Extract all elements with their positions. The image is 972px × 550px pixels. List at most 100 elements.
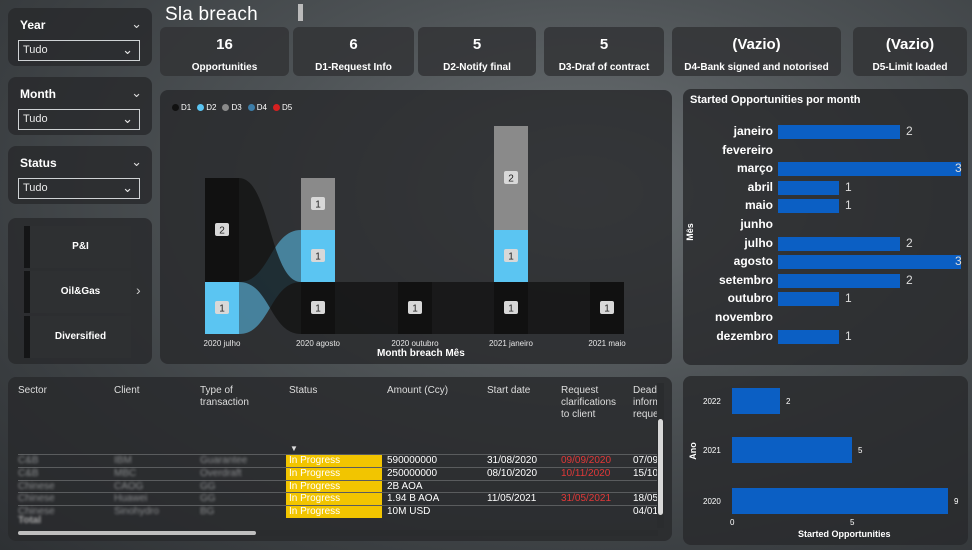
ribbon-band-d1[interactable] <box>528 282 590 334</box>
month-label: janeiro <box>733 124 773 138</box>
total-label: Total <box>18 515 42 526</box>
year-bar[interactable] <box>732 388 780 414</box>
card-label: D4-Bank signed and notorised <box>684 62 829 73</box>
table-row[interactable]: C&B IBM Guarantee In Progress 590000000 31/08… <box>18 454 658 467</box>
cell-amount: 1.94 B AOA <box>387 493 440 505</box>
segment-oil-gas[interactable]: Oil&Gas <box>24 271 131 313</box>
month-chart-panel[interactable]: Started Opportunities por month Mês jane… <box>683 89 968 365</box>
cell-status: In Progress <box>286 493 382 506</box>
table-row[interactable]: C&B MBC Overdraft In Progress 250000000 08/10… <box>18 466 658 480</box>
month-bar[interactable] <box>778 180 839 195</box>
data-label: 1 <box>604 304 610 315</box>
cell-status: In Progress <box>286 480 382 493</box>
year-chart-x-axis-title: Started Opportunities <box>798 529 891 539</box>
month-slicer[interactable]: Month ⌄ Tudo ⌄ <box>8 77 152 135</box>
year-chart-panel[interactable]: Ano 2022 2 2021 5 2020 9 0 5 Started Opportun… <box>683 376 968 545</box>
ribbon-chart[interactable]: 1 2 1 1 1 1 1 1 2 1 2020 julho 2020 agosto 2020 outu… <box>160 90 672 364</box>
chevron-down-icon[interactable]: ⌄ <box>131 85 142 101</box>
card-value: (Vazio) <box>885 36 935 53</box>
cell-client: CAOG <box>114 480 144 492</box>
year-bar[interactable] <box>732 488 948 514</box>
table-row[interactable]: Chinese CAOG GG In Progress 2B AOA <box>18 479 658 493</box>
table-row[interactable]: Chinese Huawei GG In Progress 1.94 B AOA 11/0… <box>18 492 658 506</box>
col-header-sector[interactable]: Sector <box>18 385 47 397</box>
cell-req: 31/05/2021 <box>561 493 612 505</box>
chevron-right-icon[interactable]: › <box>136 282 141 298</box>
card-label: D1-Request Info <box>315 62 392 73</box>
year-dropdown-value: Tudo <box>23 44 48 56</box>
month-bar[interactable] <box>778 255 961 270</box>
scrollbar-thumb[interactable] <box>658 419 663 515</box>
month-bar[interactable] <box>778 292 839 307</box>
month-bar[interactable] <box>778 125 900 139</box>
cell-dead: 15/10 <box>633 467 657 479</box>
data-label: 1 <box>508 252 514 263</box>
card-value: 5 <box>472 36 482 53</box>
card-d2: 5 D2-Notify final <box>418 27 536 76</box>
cell-req: 10/11/2020 <box>561 467 611 479</box>
card-value: 6 <box>349 36 358 53</box>
text-cursor <box>298 4 303 21</box>
col-header-amount[interactable]: Amount (Ccy) <box>387 385 448 397</box>
year-chart-y-axis-title: Ano <box>687 442 698 460</box>
x-tick-label: 2021 maio <box>588 339 626 348</box>
ribbon-band-d1[interactable] <box>335 282 398 334</box>
status-dropdown[interactable]: Tudo ⌄ <box>18 178 140 199</box>
month-bar[interactable] <box>778 329 839 344</box>
month-bar-value: 3 <box>955 161 962 176</box>
col-header-type[interactable]: Type of transaction <box>200 385 249 409</box>
month-bar-value: 1 <box>845 291 852 306</box>
ribbon-band-d1[interactable] <box>432 282 494 334</box>
status-slicer[interactable]: Status ⌄ Tudo ⌄ <box>8 146 152 204</box>
month-bar-value: 2 <box>906 124 913 138</box>
scrollbar-thumb[interactable] <box>18 531 256 535</box>
chevron-down-icon[interactable]: ⌄ <box>131 16 142 32</box>
year-dropdown[interactable]: Tudo ⌄ <box>18 40 140 61</box>
cell-amount: 2B AOA <box>387 480 423 492</box>
card-label: D3-Draf of contract <box>558 62 650 73</box>
month-bar[interactable] <box>778 236 900 251</box>
col-header-request-clarifications[interactable]: Request clarifications to client <box>561 385 616 421</box>
year-slicer[interactable]: Year ⌄ Tudo ⌄ <box>8 8 152 66</box>
month-label: dezembro <box>716 328 773 343</box>
card-label: Opportunities <box>191 62 258 73</box>
month-bar-value: 3 <box>955 254 962 269</box>
page-title: Sla breach <box>165 4 258 25</box>
data-label: 1 <box>315 252 321 263</box>
year-bar-value: 2 <box>786 397 791 406</box>
cell-start: 31/08/2020 <box>487 455 538 466</box>
chevron-down-icon[interactable]: ⌄ <box>131 154 142 170</box>
table-vertical-scrollbar[interactable] <box>657 383 664 528</box>
cell-client: IBM <box>114 455 132 466</box>
month-bar-value: 2 <box>906 235 913 250</box>
col-header-deadline[interactable]: Deadl inform reque <box>633 385 659 421</box>
month-dropdown[interactable]: Tudo ⌄ <box>18 109 140 130</box>
cell-type: GG <box>200 480 216 492</box>
segment-diversified[interactable]: Diversified <box>24 316 131 358</box>
month-bar[interactable] <box>778 199 839 214</box>
sort-desc-icon[interactable]: ▼ <box>290 444 298 453</box>
month-bar[interactable] <box>778 273 900 288</box>
x-tick-label: 2020 outubro <box>391 339 439 348</box>
card-d1: 6 D1-Request Info <box>293 27 414 76</box>
cell-status: In Progress <box>286 467 382 480</box>
card-opportunities: 16 Opportunities <box>160 27 289 76</box>
cell-status: In Progress <box>286 455 382 467</box>
cell-dead: 18/05 <box>633 493 657 505</box>
table-horizontal-scrollbar[interactable] <box>18 530 658 536</box>
col-header-status[interactable]: Status <box>289 385 317 397</box>
card-d3: 5 D3-Draf of contract <box>544 27 664 76</box>
month-label: fevereiro <box>722 142 773 157</box>
cell-start: 08/10/2020 <box>487 467 538 479</box>
data-label: 2 <box>508 174 514 185</box>
segment-pi[interactable]: P&I <box>24 226 131 268</box>
slicer-label-month: Month <box>20 87 56 101</box>
year-tick-0: 0 <box>730 518 735 527</box>
col-header-start-date[interactable]: Start date <box>487 385 530 397</box>
chevron-down-icon: ⌄ <box>122 42 133 57</box>
data-label: 1 <box>315 200 321 211</box>
year-bar[interactable] <box>732 437 852 463</box>
col-header-client[interactable]: Client <box>114 385 140 397</box>
table-total-row: Total <box>18 515 658 528</box>
month-bar[interactable] <box>778 162 961 177</box>
